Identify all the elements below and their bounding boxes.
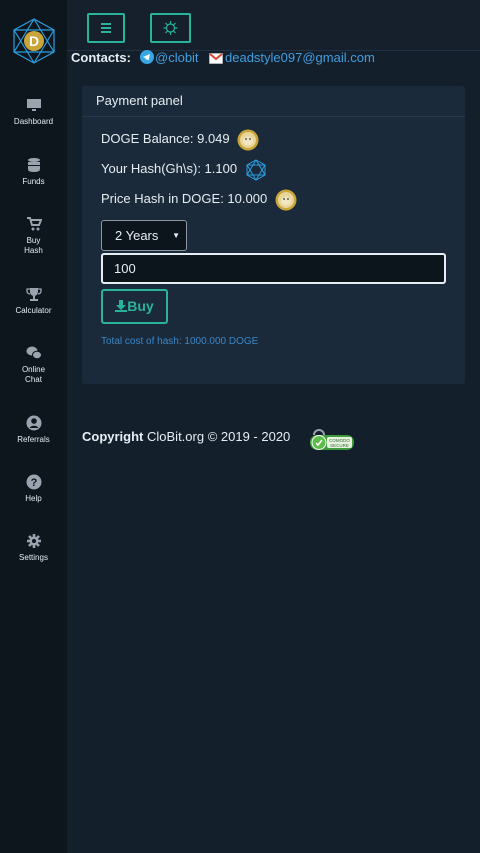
sidebar-item-dashboard[interactable]: Dashboard [0, 97, 67, 127]
copyright-word: Copyright [82, 429, 144, 444]
sidebar-item-label: Help [25, 494, 42, 503]
settings-toggle-button[interactable] [150, 13, 191, 43]
doge-balance: DOGE Balance: 9.049 [101, 131, 230, 146]
sun-icon [163, 21, 178, 35]
sidebar-item-label: Chat [25, 375, 42, 384]
footer-copyright: Copyright CloBit.org © 2019 - 2020 [82, 429, 290, 444]
menu-toggle-button[interactable] [87, 13, 125, 43]
badge-bottom-text: SECURE [330, 443, 349, 448]
sidebar-item-label: Settings [19, 553, 48, 562]
payment-panel: Payment panel DOGE Balance: 9.049 Your H… [82, 86, 465, 384]
sidebar-item-referrals[interactable]: Referrals [0, 415, 67, 445]
chat-icon [26, 346, 42, 360]
doge-balance-row: DOGE Balance: 9.049 [101, 127, 259, 151]
hash-rate: Your Hash(Gh\s): 1.100 [101, 161, 238, 176]
trophy-icon [25, 288, 42, 301]
sidebar-item-label: Online [21, 365, 46, 374]
buy-label: Buy [127, 298, 154, 314]
gear-icon [26, 534, 41, 548]
clobit-logo[interactable]: D [10, 17, 58, 65]
sidebar-item-label: Referrals [17, 435, 50, 444]
amount-value: 100 [114, 261, 136, 276]
buy-button[interactable]: Buy [101, 289, 168, 324]
download-icon [115, 300, 128, 312]
monitor-icon [26, 99, 41, 111]
copyright-text: CloBit.org © 2019 - 2020 [143, 429, 291, 444]
question-icon: ? [26, 474, 41, 490]
comodo-secure-badge[interactable]: COMODO SECURE [308, 426, 356, 454]
email-address: deadstyle097@gmail.com [225, 50, 375, 65]
caret-down-icon: ▼ [172, 231, 180, 240]
svg-text:D: D [29, 33, 39, 49]
hash-row: Your Hash(Gh\s): 1.100 [101, 157, 267, 181]
sidebar-item-label: Calculator [15, 306, 52, 315]
hamburger-icon [101, 23, 111, 33]
database-icon [27, 158, 40, 172]
sidebar-item-label: Dashboard [13, 117, 54, 126]
price-row: Price Hash in DOGE: 10.000 [101, 187, 297, 211]
hash-price: Price Hash in DOGE: 10.000 [101, 191, 268, 206]
sidebar-item-label: Buy [26, 236, 41, 245]
doge-coin-icon [237, 129, 259, 151]
period-select[interactable]: 2 Years ▼ [101, 220, 187, 251]
gmail-icon [209, 53, 223, 64]
user-circle-icon [26, 415, 41, 431]
sidebar-item-settings[interactable]: Settings [0, 533, 67, 563]
sidebar-item-help[interactable]: ? Help [0, 474, 67, 504]
period-value: 2 Years [115, 228, 159, 243]
total-cost: Total cost of hash: 1000.000 DOGE [101, 336, 259, 347]
sidebar-item-calculator[interactable]: Calculator [0, 286, 67, 316]
panel-title: Payment panel [82, 86, 465, 117]
cart-icon [26, 217, 42, 231]
sidebar-item-buy-hash[interactable]: Buy Hash [0, 216, 67, 256]
top-bar [67, 0, 480, 51]
amount-input[interactable]: 100 [101, 253, 446, 284]
svg-text:?: ? [30, 477, 37, 489]
sidebar-item-funds[interactable]: Funds [0, 157, 67, 187]
hash-network-icon [246, 158, 266, 181]
contacts-label: Contacts: [71, 50, 131, 65]
telegram-link[interactable]: @clobit [140, 50, 199, 66]
sidebar-item-label: Hash [24, 246, 43, 255]
doge-coin-icon [275, 189, 297, 211]
sidebar-item-online-chat[interactable]: Online Chat [0, 345, 67, 385]
sidebar: D Dashboard Funds Buy Hash Calculator On… [0, 0, 67, 853]
sidebar-item-label: Funds [22, 177, 45, 186]
telegram-handle: @clobit [155, 50, 199, 65]
email-link[interactable]: deadstyle097@gmail.com [209, 50, 375, 66]
telegram-icon [140, 50, 154, 64]
